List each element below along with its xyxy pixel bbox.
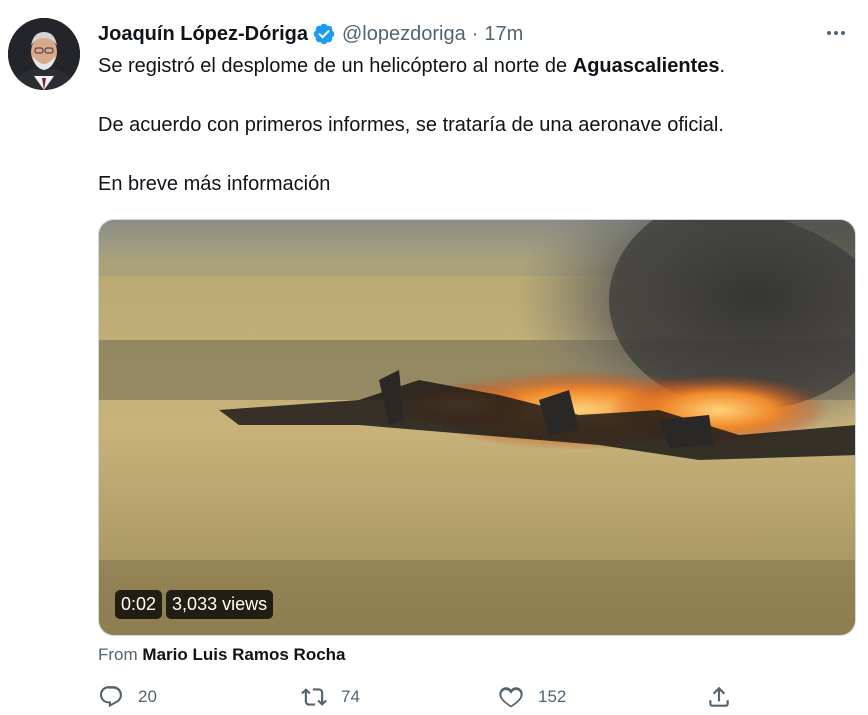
reply-count: 20 xyxy=(138,687,157,706)
tweet-header: Joaquín López-Dóriga @lopezdoriga · 17m xyxy=(98,20,523,48)
retweet-icon xyxy=(301,688,327,706)
like-button[interactable]: 152 xyxy=(498,684,566,710)
reply-button[interactable]: 20 xyxy=(98,684,157,710)
more-icon xyxy=(827,31,845,35)
paragraph-1-text: Se registró el desplome de un helicópter… xyxy=(98,55,573,77)
share-icon xyxy=(709,686,729,707)
author-name[interactable]: Joaquín López-Dóriga xyxy=(98,23,308,46)
video-duration: 0:02 xyxy=(115,590,163,619)
paragraph-1-suffix: . xyxy=(719,55,726,77)
video-attribution: From Mario Luis Ramos Rocha xyxy=(98,645,346,665)
like-icon xyxy=(499,687,523,708)
tweet-actions: 20 74 152 xyxy=(98,684,858,715)
reply-icon xyxy=(99,686,122,708)
video-stats: 0:02 3,033 views xyxy=(115,590,274,619)
author-handle[interactable]: @lopezdoriga xyxy=(342,23,466,46)
tweet-paragraph-2: De acuerdo con primeros informes, se tra… xyxy=(98,114,724,136)
tweet-paragraph-1: Se registró el desplome de un helicópter… xyxy=(98,52,838,81)
share-button[interactable] xyxy=(706,684,732,710)
tweet-timestamp[interactable]: 17m xyxy=(484,23,523,46)
retweet-button[interactable]: 74 xyxy=(301,684,360,710)
separator-dot: · xyxy=(471,22,479,45)
video-views: 3,033 views xyxy=(166,590,274,619)
paragraph-1-bold: Aguascalientes xyxy=(572,55,720,77)
attribution-prefix: From xyxy=(98,645,138,664)
retweet-count: 74 xyxy=(341,687,360,706)
video-frame xyxy=(99,220,855,635)
attribution-source[interactable]: Mario Luis Ramos Rocha xyxy=(142,645,345,664)
avatar-image xyxy=(8,18,80,90)
like-count: 152 xyxy=(538,687,567,706)
verified-badge-icon xyxy=(312,22,336,46)
more-options-button[interactable] xyxy=(820,18,852,48)
tweet-paragraph-3: En breve más información xyxy=(98,173,331,195)
tweet-text: Se registró el desplome de un helicópter… xyxy=(98,52,838,229)
video-player[interactable]: 0:02 3,033 views xyxy=(98,219,856,636)
author-avatar[interactable] xyxy=(8,18,80,90)
